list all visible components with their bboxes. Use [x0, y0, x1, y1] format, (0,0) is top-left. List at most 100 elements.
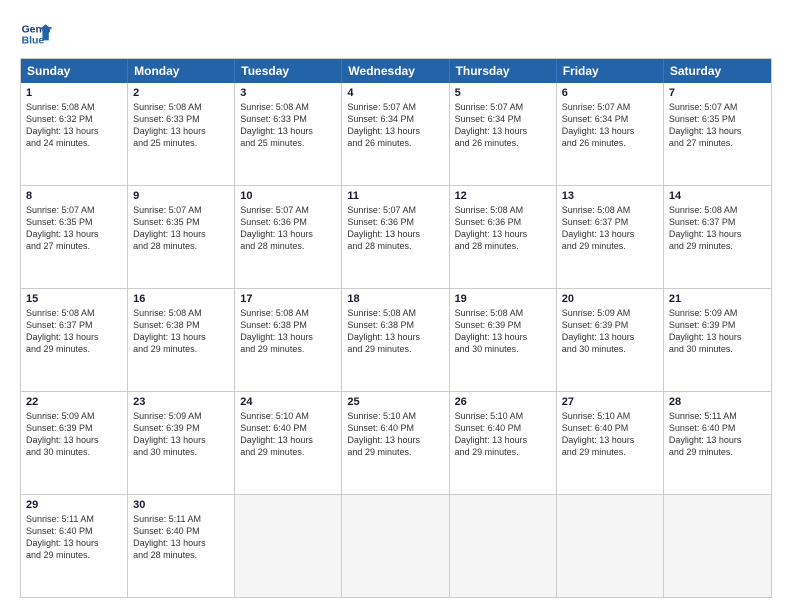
calendar-cell: 6Sunrise: 5:07 AMSunset: 6:34 PMDaylight… — [557, 83, 664, 185]
cell-line: Sunset: 6:36 PM — [240, 216, 336, 228]
calendar-cell: 18Sunrise: 5:08 AMSunset: 6:38 PMDayligh… — [342, 289, 449, 391]
cell-line: Daylight: 13 hours — [669, 331, 766, 343]
cell-line: Sunrise: 5:07 AM — [347, 204, 443, 216]
cell-line: and 29 minutes. — [455, 446, 551, 458]
cell-line: Sunrise: 5:07 AM — [347, 101, 443, 113]
calendar-cell: 1Sunrise: 5:08 AMSunset: 6:32 PMDaylight… — [21, 83, 128, 185]
calendar-cell: 25 Sunrise: 5:10 AMSunset: 6:40 PMDayligh… — [342, 392, 449, 494]
weekday-header: Tuesday — [235, 59, 342, 83]
cell-line: Daylight: 13 hours — [26, 125, 122, 137]
day-number: 12 — [455, 190, 551, 202]
cell-line: Sunrise: 5:08 AM — [133, 101, 229, 113]
day-number: 22 — [26, 396, 122, 408]
calendar-body: 1Sunrise: 5:08 AMSunset: 6:32 PMDaylight… — [21, 83, 771, 597]
cell-line: Sunrise: 5:08 AM — [347, 307, 443, 319]
cell-line: Sunset: 6:37 PM — [26, 319, 122, 331]
calendar-cell: 21Sunrise: 5:09 AMSunset: 6:39 PMDayligh… — [664, 289, 771, 391]
cell-line: Daylight: 13 hours — [347, 228, 443, 240]
cell-line: and 29 minutes. — [26, 549, 122, 561]
cell-line: Sunrise: 5:08 AM — [240, 101, 336, 113]
calendar-cell: 3Sunrise: 5:08 AMSunset: 6:33 PMDaylight… — [235, 83, 342, 185]
cell-line: Sunrise: 5:10 AM — [240, 410, 336, 422]
cell-line: and 29 minutes. — [347, 446, 443, 458]
cell-line: Daylight: 13 hours — [26, 434, 122, 446]
cell-line: Sunrise: 5:11 AM — [26, 513, 122, 525]
cell-line: Sunset: 6:40 PM — [133, 525, 229, 537]
day-number: 18 — [347, 293, 443, 305]
calendar-cell: 17Sunrise: 5:08 AMSunset: 6:38 PMDayligh… — [235, 289, 342, 391]
calendar-cell — [342, 495, 449, 597]
cell-line: Sunset: 6:35 PM — [669, 113, 766, 125]
cell-line: and 28 minutes. — [133, 549, 229, 561]
day-number: 17 — [240, 293, 336, 305]
calendar: SundayMondayTuesdayWednesdayThursdayFrid… — [20, 58, 772, 598]
cell-line: Daylight: 13 hours — [347, 434, 443, 446]
cell-line: Daylight: 13 hours — [562, 434, 658, 446]
calendar-cell: 16 Sunrise: 5:08 AMSunset: 6:38 PMDayligh… — [128, 289, 235, 391]
cell-line: Sunrise: 5:08 AM — [26, 307, 122, 319]
calendar-cell: 10Sunrise: 5:07 AMSunset: 6:36 PMDayligh… — [235, 186, 342, 288]
cell-line: Sunrise: 5:07 AM — [26, 204, 122, 216]
cell-line: Sunrise: 5:10 AM — [347, 410, 443, 422]
cell-line: Sunset: 6:40 PM — [26, 525, 122, 537]
cell-line: and 25 minutes. — [133, 137, 229, 149]
day-number: 25 — [347, 396, 443, 408]
cell-line: Sunset: 6:39 PM — [669, 319, 766, 331]
cell-line: Sunrise: 5:07 AM — [240, 204, 336, 216]
day-number: 9 — [133, 190, 229, 202]
day-number: 13 — [562, 190, 658, 202]
day-number: 21 — [669, 293, 766, 305]
weekday-header: Thursday — [450, 59, 557, 83]
day-number: 29 — [26, 499, 122, 511]
cell-line: Daylight: 13 hours — [455, 331, 551, 343]
calendar-cell: 13Sunrise: 5:08 AMSunset: 6:37 PMDayligh… — [557, 186, 664, 288]
day-number: 19 — [455, 293, 551, 305]
cell-line: Sunrise: 5:10 AM — [455, 410, 551, 422]
cell-line: Sunrise: 5:08 AM — [133, 307, 229, 319]
cell-line: Daylight: 13 hours — [26, 331, 122, 343]
cell-line: and 28 minutes. — [455, 240, 551, 252]
cell-line: Sunrise: 5:10 AM — [562, 410, 658, 422]
cell-line: Daylight: 13 hours — [669, 125, 766, 137]
cell-line: Sunset: 6:38 PM — [240, 319, 336, 331]
day-number: 27 — [562, 396, 658, 408]
cell-line: Sunset: 6:34 PM — [347, 113, 443, 125]
calendar-cell: 14Sunrise: 5:08 AMSunset: 6:37 PMDayligh… — [664, 186, 771, 288]
cell-line: and 30 minutes. — [562, 343, 658, 355]
calendar-cell: 4Sunrise: 5:07 AMSunset: 6:34 PMDaylight… — [342, 83, 449, 185]
calendar-cell: 29Sunrise: 5:11 AMSunset: 6:40 PMDayligh… — [21, 495, 128, 597]
cell-line: Sunset: 6:39 PM — [455, 319, 551, 331]
cell-line: Sunset: 6:39 PM — [562, 319, 658, 331]
cell-line: Sunrise: 5:07 AM — [455, 101, 551, 113]
calendar-cell: 5Sunrise: 5:07 AMSunset: 6:34 PMDaylight… — [450, 83, 557, 185]
cell-line: Sunrise: 5:09 AM — [26, 410, 122, 422]
calendar-header: SundayMondayTuesdayWednesdayThursdayFrid… — [21, 59, 771, 83]
day-number: 16 — [133, 293, 229, 305]
day-number: 24 — [240, 396, 336, 408]
calendar-cell: 22 Sunrise: 5:09 AMSunset: 6:39 PMDayligh… — [21, 392, 128, 494]
cell-line: Sunrise: 5:11 AM — [669, 410, 766, 422]
cell-line: Daylight: 13 hours — [347, 331, 443, 343]
cell-line: Daylight: 13 hours — [133, 331, 229, 343]
cell-line: and 29 minutes. — [347, 343, 443, 355]
cell-line: and 30 minutes. — [669, 343, 766, 355]
cell-line: and 29 minutes. — [133, 343, 229, 355]
cell-line: Sunset: 6:38 PM — [133, 319, 229, 331]
logo: General Blue — [20, 18, 52, 50]
cell-line: Sunset: 6:40 PM — [240, 422, 336, 434]
cell-line: Daylight: 13 hours — [133, 228, 229, 240]
cell-line: and 28 minutes. — [347, 240, 443, 252]
cell-line: Sunset: 6:34 PM — [455, 113, 551, 125]
day-number: 26 — [455, 396, 551, 408]
cell-line: Sunrise: 5:08 AM — [562, 204, 658, 216]
cell-line: Daylight: 13 hours — [562, 228, 658, 240]
cell-line: Daylight: 13 hours — [562, 331, 658, 343]
cell-line: and 29 minutes. — [26, 343, 122, 355]
cell-line: Sunset: 6:39 PM — [26, 422, 122, 434]
cell-line: Sunset: 6:35 PM — [133, 216, 229, 228]
cell-line: Sunset: 6:33 PM — [133, 113, 229, 125]
cell-line: Sunset: 6:40 PM — [347, 422, 443, 434]
cell-line: Sunrise: 5:07 AM — [669, 101, 766, 113]
calendar-cell — [557, 495, 664, 597]
cell-line: and 26 minutes. — [347, 137, 443, 149]
